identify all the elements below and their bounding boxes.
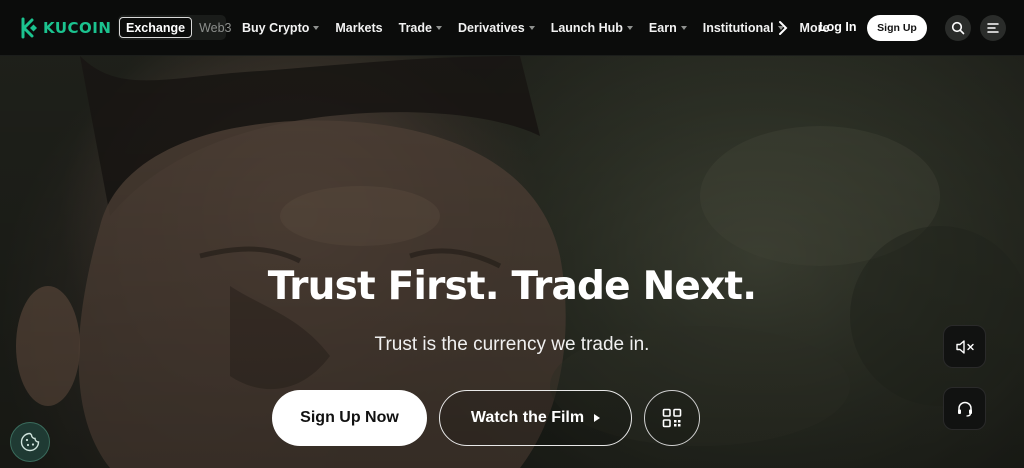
support-button[interactable] (943, 387, 986, 430)
caret-down-icon (626, 26, 633, 30)
menu-label: Derivatives (457, 21, 525, 35)
login-link[interactable]: Log In (819, 20, 857, 34)
exchange-tab[interactable]: Exchange (119, 17, 193, 38)
hero-title: Trust First. Trade Next. (267, 264, 757, 309)
search-icon (951, 21, 965, 35)
menu-label: Institutional (702, 21, 774, 35)
menu-label: Markets (335, 21, 383, 35)
play-icon (594, 414, 601, 422)
mute-button[interactable] (943, 325, 986, 368)
menu-item-launch-hub[interactable]: Launch Hub (551, 21, 633, 35)
search-button[interactable] (945, 15, 971, 41)
watch-film-label: Watch the Film (470, 409, 585, 426)
logo[interactable]: KUCOIN (17, 17, 111, 39)
sign-up-now-button[interactable]: Sign Up Now (272, 390, 427, 446)
watch-film-button[interactable]: Watch the Film (439, 390, 632, 446)
web3-tab[interactable]: Web3 (199, 21, 231, 35)
headset-icon (957, 401, 972, 417)
caret-down-icon (528, 26, 535, 30)
mute-icon (955, 339, 974, 354)
menu-label: Earn (648, 21, 677, 35)
hero-subtitle: Trust is the currency we trade in. (374, 334, 650, 355)
menu-item-buy-crypto[interactable]: Buy Crypto (242, 21, 320, 35)
menu-item-trade[interactable]: Trade (399, 21, 442, 35)
menu-label: Trade (398, 21, 432, 35)
menu-item-institutional[interactable]: Institutional (703, 21, 784, 35)
logo-text: KUCOIN (43, 19, 112, 37)
menu-item-markets[interactable]: Markets (335, 21, 382, 35)
top-navigation: KUCOIN Exchange Web3 Buy Crypto Markets … (0, 0, 1024, 56)
kucoin-logo-icon (21, 17, 37, 39)
menu-label: Buy Crypto (242, 21, 310, 35)
caret-down-icon (313, 26, 320, 30)
main-menu: Buy Crypto Markets Trade Derivatives Lau… (242, 0, 845, 56)
caret-down-icon (435, 26, 442, 30)
cookie-settings-button[interactable] (10, 422, 50, 462)
hero-section: Trust First. Trade Next. Trust is the cu… (0, 56, 1024, 468)
qr-code-icon (662, 408, 682, 428)
exchange-web3-switch[interactable]: Exchange Web3 (118, 15, 232, 40)
menu-label: Launch Hub (550, 21, 623, 35)
menu-button[interactable] (980, 15, 1006, 41)
chevron-right-icon[interactable] (776, 19, 790, 37)
caret-down-icon (680, 26, 687, 30)
menu-item-earn[interactable]: Earn (649, 21, 687, 35)
signup-button[interactable]: Sign Up (867, 15, 927, 41)
cookie-icon (20, 432, 40, 452)
menu-item-derivatives[interactable]: Derivatives (458, 21, 535, 35)
hamburger-icon (987, 23, 999, 33)
qr-code-button[interactable] (644, 390, 700, 446)
